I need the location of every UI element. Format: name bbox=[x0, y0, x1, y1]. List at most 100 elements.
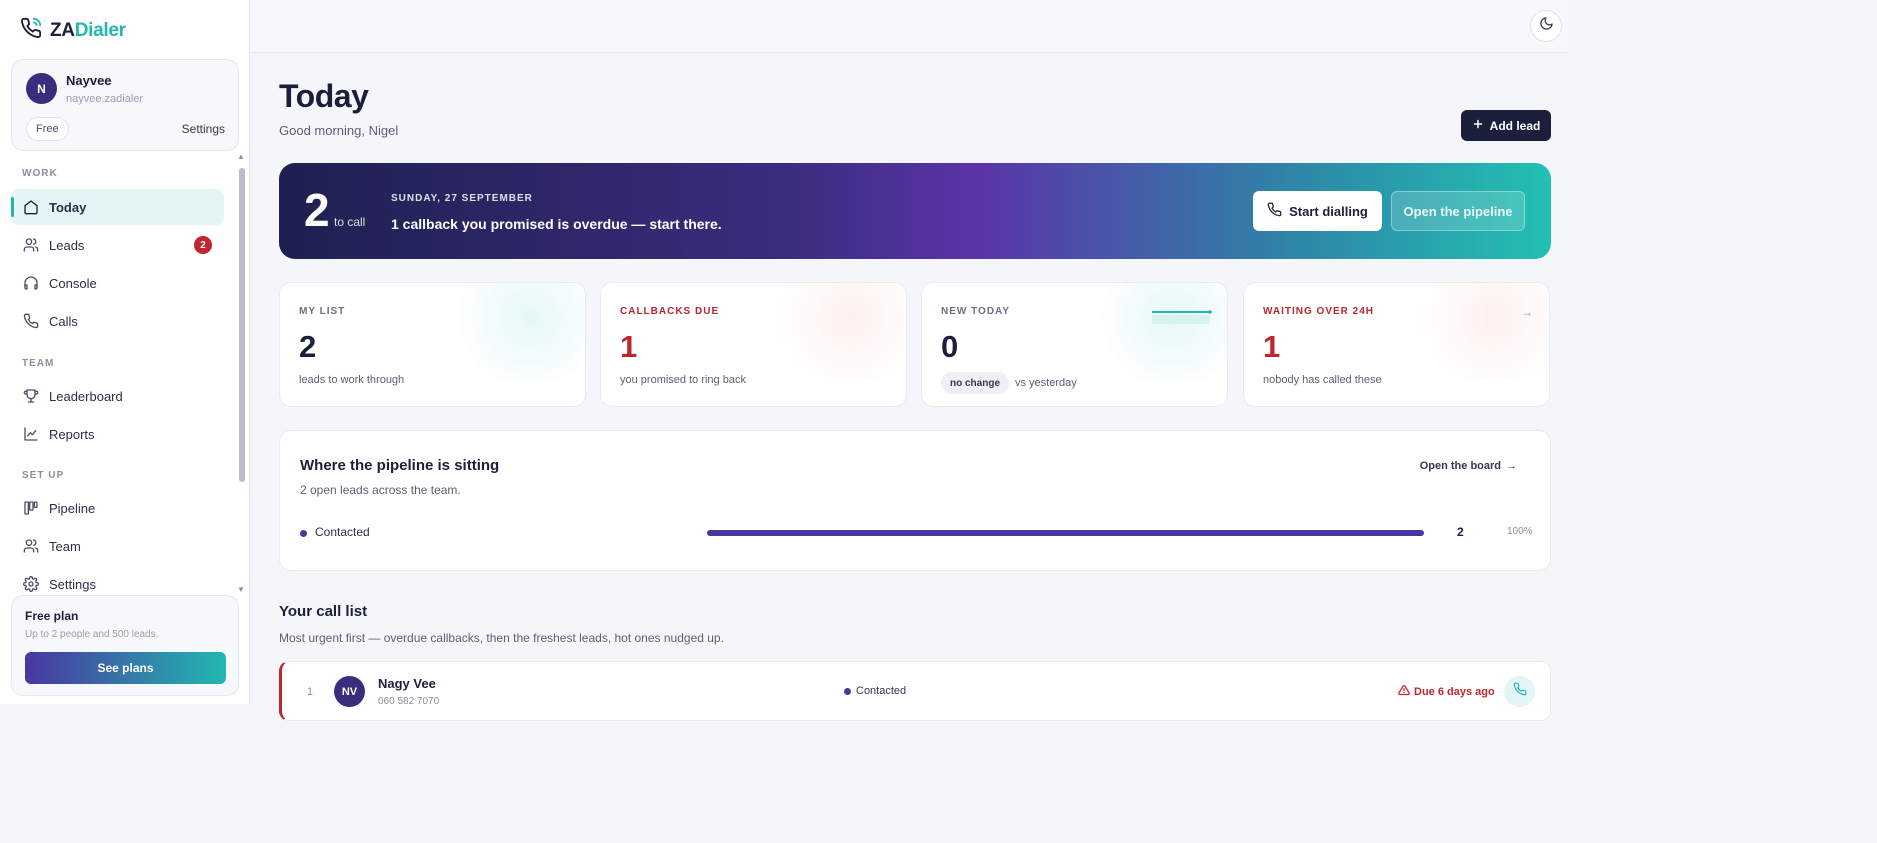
card-glow bbox=[445, 283, 585, 383]
stat-card-my-list[interactable]: MY LIST 2 leads to work through bbox=[279, 282, 586, 407]
due-label: Due 6 days ago bbox=[1414, 685, 1495, 698]
stat-subtext: you promised to ring back bbox=[620, 374, 746, 386]
sidebar-item-label: Today bbox=[49, 199, 87, 215]
phone-logo-icon bbox=[20, 17, 42, 44]
change-badge: no change bbox=[941, 372, 1010, 394]
phone-icon bbox=[1267, 202, 1282, 220]
sidebar-item-label: Console bbox=[49, 275, 97, 291]
brand-logo[interactable]: ZADialer bbox=[20, 17, 126, 44]
stat-value: 1 bbox=[1263, 329, 1281, 364]
stat-subtext: leads to work through bbox=[299, 374, 405, 386]
warning-icon bbox=[1398, 684, 1410, 699]
hero-call-count: 2 bbox=[304, 184, 330, 236]
brand-prefix: ZA bbox=[50, 19, 75, 41]
start-dialling-label: Start dialling bbox=[1289, 203, 1368, 219]
sparkline-point bbox=[1208, 310, 1212, 314]
stage-dot bbox=[844, 688, 851, 695]
free-plan-card: Free plan Up to 2 people and 500 leads. … bbox=[11, 595, 239, 696]
stat-card-new-today[interactable]: NEW TODAY 0 no change vs yesterday bbox=[921, 282, 1228, 407]
stat-card-callbacks[interactable]: CALLBACKS DUE 1 you promised to ring bac… bbox=[600, 282, 907, 407]
sidebar-item-label: Leads bbox=[49, 237, 85, 253]
stat-value: 1 bbox=[620, 329, 638, 364]
sidebar-item-today[interactable]: Today bbox=[11, 189, 224, 225]
kanban-icon bbox=[23, 500, 39, 516]
free-plan-title: Free plan bbox=[25, 609, 79, 623]
open-board-link[interactable]: Open the board → bbox=[1420, 460, 1517, 472]
lead-phone: 060 582 7070 bbox=[378, 696, 440, 707]
headset-icon bbox=[23, 275, 39, 291]
scroll-up-icon[interactable]: ▲ bbox=[237, 152, 245, 161]
hero-banner: 2 to call SUNDAY, 27 SEPTEMBER 1 callbac… bbox=[279, 163, 1551, 259]
brand-name: ZADialer bbox=[50, 20, 126, 42]
sidebar-item-reports[interactable]: Reports bbox=[11, 416, 224, 452]
sidebar-item-label: Team bbox=[49, 538, 81, 554]
stage-progress-bar bbox=[707, 530, 1424, 536]
brand-suffix: Dialer bbox=[74, 19, 126, 41]
hero-message: 1 callback you promised is overdue — sta… bbox=[391, 216, 722, 232]
card-glow bbox=[1409, 283, 1549, 383]
arrow-right-icon[interactable]: → bbox=[1521, 305, 1533, 319]
profile-name: Nayvee bbox=[66, 73, 112, 88]
open-pipeline-button[interactable]: Open the pipeline bbox=[1391, 191, 1525, 231]
table-row[interactable]: 1 NV Nagy Vee 060 582 7070 Contacted Due… bbox=[279, 661, 1551, 721]
sidebar-item-label: Settings bbox=[49, 576, 96, 592]
call-list-subtitle: Most urgent first — overdue callbacks, t… bbox=[279, 631, 724, 645]
stat-label: NEW TODAY bbox=[941, 306, 1011, 317]
users-icon bbox=[23, 237, 39, 253]
sidebar-item-leaderboard[interactable]: Leaderboard bbox=[11, 378, 224, 414]
plan-badge: Free bbox=[26, 117, 69, 141]
sidebar-item-label: Reports bbox=[49, 426, 95, 442]
sidebar-item-pipeline[interactable]: Pipeline bbox=[11, 490, 224, 526]
theme-toggle-button[interactable] bbox=[1530, 10, 1562, 42]
hero-count-label: to call bbox=[334, 215, 366, 229]
lead-stage: Contacted bbox=[856, 685, 907, 697]
row-rank: 1 bbox=[307, 686, 314, 698]
plus-icon bbox=[1472, 118, 1484, 133]
stat-label: MY LIST bbox=[299, 306, 346, 317]
stat-label: WAITING OVER 24H bbox=[1263, 306, 1375, 317]
stat-value: 2 bbox=[299, 329, 317, 364]
stat-card-waiting[interactable]: WAITING OVER 24H → 1 nobody has called t… bbox=[1243, 282, 1550, 407]
chart-line-icon bbox=[23, 426, 39, 442]
see-plans-button[interactable]: See plans bbox=[25, 652, 226, 684]
pipeline-summary-card: Where the pipeline is sitting 2 open lea… bbox=[279, 430, 1551, 571]
sidebar-item-label: Pipeline bbox=[49, 500, 96, 516]
open-board-label: Open the board bbox=[1419, 460, 1501, 472]
pipeline-title: Where the pipeline is sitting bbox=[300, 457, 500, 474]
phone-icon bbox=[23, 313, 39, 329]
arrow-right-icon: → bbox=[1506, 460, 1517, 472]
team-icon bbox=[23, 538, 39, 554]
lead-name[interactable]: Nagy Vee bbox=[378, 676, 436, 691]
stat-subtext: nobody has called these bbox=[1263, 374, 1382, 386]
sidebar-item-leads[interactable]: Leads 2 bbox=[11, 227, 224, 263]
add-lead-button[interactable]: Add lead bbox=[1461, 110, 1551, 141]
sidebar-item-label: Calls bbox=[49, 313, 78, 329]
sidebar-item-calls[interactable]: Calls bbox=[11, 303, 224, 339]
stat-value: 0 bbox=[941, 329, 959, 364]
sidebar-scrollbar[interactable]: ▲ ▼ bbox=[237, 152, 247, 594]
profile-handle: nayvee.zadialer bbox=[66, 93, 144, 105]
nav-section-team: TEAM bbox=[22, 358, 55, 369]
sparkline-chart bbox=[1152, 310, 1212, 324]
stage-percent: 100% bbox=[1507, 526, 1533, 537]
sidebar-item-team[interactable]: Team bbox=[11, 528, 224, 564]
scrollbar-thumb[interactable] bbox=[239, 168, 245, 482]
stage-progress-fill bbox=[707, 530, 1424, 536]
phone-icon bbox=[1513, 682, 1527, 701]
free-plan-subtitle: Up to 2 people and 500 leads. bbox=[25, 629, 159, 640]
profile-settings-link[interactable]: Settings bbox=[182, 122, 225, 136]
sidebar: ZADialer N Nayvee nayvee.zadialer Free S… bbox=[0, 0, 250, 704]
leads-count-badge: 2 bbox=[194, 236, 212, 254]
page-title: Today bbox=[279, 78, 369, 114]
avatar: NV bbox=[334, 676, 365, 707]
call-lead-button[interactable] bbox=[1504, 676, 1535, 707]
start-dialling-button[interactable]: Start dialling bbox=[1253, 191, 1382, 231]
card-glow bbox=[766, 283, 906, 383]
scroll-down-icon[interactable]: ▼ bbox=[237, 585, 245, 594]
sidebar-item-console[interactable]: Console bbox=[11, 265, 224, 301]
sparkline-area bbox=[1152, 315, 1210, 324]
avatar[interactable]: N bbox=[26, 73, 57, 104]
greeting-text: Good morning, Nigel bbox=[279, 123, 399, 138]
nav-section-setup: SET UP bbox=[22, 470, 65, 481]
trophy-icon bbox=[23, 388, 39, 404]
